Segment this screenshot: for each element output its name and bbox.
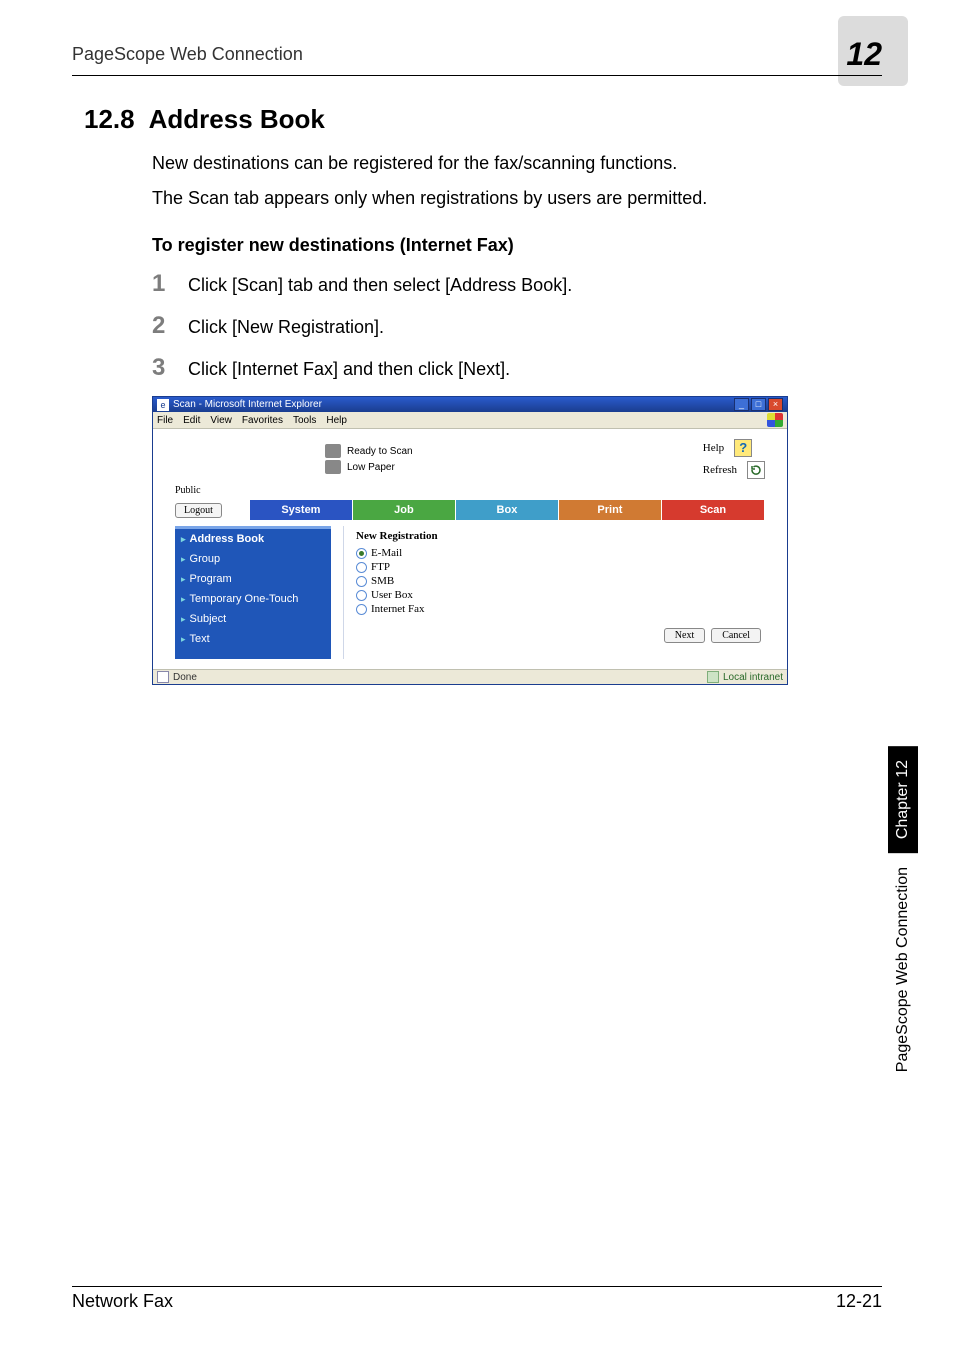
side-tab: Chapter 12 PageScope Web Connection [888,746,918,1086]
tray-icon [325,460,341,474]
section-title-text: Address Book [149,104,325,134]
radio-row-smb[interactable]: SMB [356,574,765,588]
status-ready: Ready to Scan [347,446,413,457]
step-3: 3 Click [Internet Fax] and then click [N… [152,354,882,382]
document-icon [157,671,169,683]
radio-smb[interactable] [356,576,367,587]
menu-file[interactable]: File [157,415,173,426]
side-tab-chapter: Chapter 12 [888,746,918,853]
step-2-number: 2 [152,312,188,340]
radio-internet-fax[interactable] [356,604,367,615]
radio-email-label: E-Mail [371,547,402,559]
radio-user-box[interactable] [356,590,367,601]
radio-smb-label: SMB [371,575,394,587]
radio-row-internet-fax[interactable]: Internet Fax [356,602,765,616]
radio-ftp[interactable] [356,562,367,573]
menu-help[interactable]: Help [326,415,347,426]
printer-status-area: Ready to Scan Low Paper [325,444,413,474]
menu-favorites[interactable]: Favorites [242,415,283,426]
page-footer: Network Fax 12-21 [72,1286,882,1312]
header-left-text: PageScope Web Connection [72,44,303,65]
sidebar-item-address-book[interactable]: Address Book [181,533,325,545]
pane-title: New Registration [356,530,765,542]
ie-icon: e [157,399,169,411]
close-button[interactable]: × [768,398,783,411]
help-link[interactable]: Help [703,442,724,454]
side-tab-name: PageScope Web Connection [888,853,918,1086]
step-2-text: Click [New Registration]. [188,317,384,338]
windows-logo-icon [767,413,783,427]
step-2: 2 Click [New Registration]. [152,312,882,340]
radio-user-box-label: User Box [371,589,413,601]
radio-internet-fax-label: Internet Fax [371,603,424,615]
subheading: To register new destinations (Internet F… [152,235,882,256]
browser-statusbar: Done Local intranet [153,669,787,684]
sidebar-item-text[interactable]: Text [181,633,325,645]
step-3-number: 3 [152,354,188,382]
status-zone: Local intranet [723,672,783,683]
step-1-text: Click [Scan] tab and then select [Addres… [188,275,572,296]
browser-window: e Scan - Microsoft Internet Explorer _ □… [152,396,788,685]
scan-sidebar: Address Book Group Program Temporary One… [175,526,331,659]
menu-view[interactable]: View [210,415,232,426]
section-heading: 12.8 Address Book [84,104,882,135]
footer-left: Network Fax [72,1291,173,1312]
step-3-text: Click [Internet Fax] and then click [Nex… [188,359,510,380]
next-button[interactable]: Next [664,628,705,643]
status-done: Done [173,672,197,683]
radio-email[interactable] [356,548,367,559]
browser-title: Scan - Microsoft Internet Explorer [173,399,322,410]
radio-row-user-box[interactable]: User Box [356,588,765,602]
footer-right: 12-21 [836,1291,882,1312]
refresh-link[interactable]: Refresh [703,464,737,476]
sidebar-item-group[interactable]: Group [181,553,325,565]
browser-titlebar: e Scan - Microsoft Internet Explorer _ □… [153,397,787,412]
header-chapter-number: 12 [846,36,882,73]
menu-tools[interactable]: Tools [293,415,316,426]
tab-system[interactable]: System [250,500,353,520]
printer-icon [325,444,341,458]
help-icon[interactable]: ? [734,439,752,457]
radio-row-email[interactable]: E-Mail [356,546,765,560]
cancel-button[interactable]: Cancel [711,628,761,643]
step-1: 1 Click [Scan] tab and then select [Addr… [152,270,882,298]
refresh-icon[interactable] [747,461,765,479]
logout-button[interactable]: Logout [175,503,222,518]
minimize-button[interactable]: _ [734,398,749,411]
public-label: Public [175,485,787,496]
tab-print[interactable]: Print [559,500,662,520]
sidebar-item-program[interactable]: Program [181,573,325,585]
menu-edit[interactable]: Edit [183,415,200,426]
step-1-number: 1 [152,270,188,298]
intranet-zone-icon [707,671,719,683]
paragraph-2: The Scan tab appears only when registrat… [152,186,882,211]
radio-ftp-label: FTP [371,561,390,573]
paragraph-1: New destinations can be registered for t… [152,151,882,176]
section-number: 12.8 [84,104,135,134]
tab-box[interactable]: Box [456,500,559,520]
sidebar-item-temporary-one-touch[interactable]: Temporary One-Touch [181,593,325,605]
radio-row-ftp[interactable]: FTP [356,560,765,574]
status-lowpaper: Low Paper [347,462,395,473]
tab-job[interactable]: Job [353,500,456,520]
browser-menubar: File Edit View Favorites Tools Help [153,412,787,429]
maximize-button[interactable]: □ [751,398,766,411]
page-header: PageScope Web Connection 12 [72,36,882,76]
main-pane: New Registration E-Mail FTP SMB [343,526,765,659]
sidebar-item-subject[interactable]: Subject [181,613,325,625]
tab-scan[interactable]: Scan [662,500,765,520]
